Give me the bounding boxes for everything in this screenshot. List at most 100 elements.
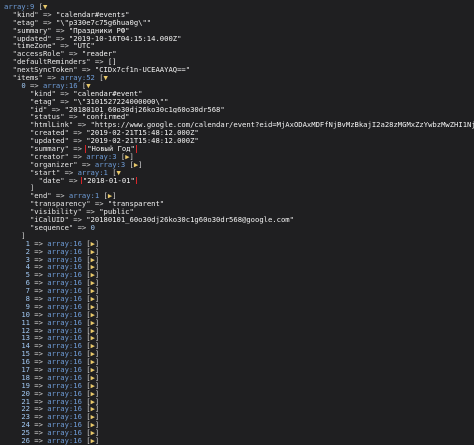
collapsed-item-row: 2 => array:16 [▶] [25,247,100,256]
item-index: 13 [21,334,30,343]
collapsed-item-row: 21 => array:16 [▶] [21,397,100,406]
item-index: 12 [21,326,30,335]
item-index: 19 [21,381,30,390]
collapsed-item-row: 1 => array:16 [▶] [25,239,100,248]
item-index: 24 [21,421,30,430]
item-type-label: array:16 [47,310,82,319]
item-type-label: array:16 [47,294,82,303]
field-key: kind [16,10,35,19]
field-key: organizer [34,160,74,169]
items-type-label: array:52 [60,74,95,82]
collapsed-item-row: 15 => array:16 [▶] [21,350,100,359]
field-value: "\"3101527224000000\"" [73,97,169,106]
field-key: date [42,176,61,185]
field-key: sequence [34,223,69,232]
item-index: 16 [21,358,30,366]
collapsed-item-row: 18 => array:16 [▶] [21,373,100,382]
collapsed-item-row: 5 => array:16 [▶] [25,271,100,280]
collapsed-item-row: 3 => array:16 [▶] [25,255,100,264]
field-value: "calendar#event" [73,89,143,98]
item-0-field-row: "kind" => "calendar#event" [4,89,143,98]
item-type-label: array:16 [47,247,82,256]
root-type-label: array:9 [4,3,35,11]
item-0-creator-row: "creator" => array:3 [▶] [4,152,134,161]
field-value: "2019-02-21T15:48:12.000Z" [86,129,199,138]
field-key: visibility [34,208,78,217]
collapse-toggle-icon[interactable]: ▼ [104,74,108,82]
field-key: iCalUID [34,216,65,224]
field-key: created [34,129,65,138]
field-key: updated [16,34,48,43]
field-key: updated [34,137,65,146]
root-field-row: "kind" => "calendar#events" [4,10,130,19]
item-type-label: array:16 [47,381,82,390]
collapse-toggle-icon[interactable]: ▼ [86,82,90,90]
item-0-field-row: "etag" => "\"3101527224000000\"" [4,97,169,106]
item-index: 15 [21,350,30,359]
item-index: 23 [21,413,30,422]
items-row: "items" => array:52 [▼ [4,74,108,82]
collapsed-item-row: 12 => array:16 [▶] [21,326,100,335]
item-0-end-row: "end" => array:1 [▶] [4,192,117,201]
item-index: 20 [21,389,30,398]
field-value: "reader" [81,50,117,59]
root-field-row: "updated" => "2019-10-16T04:15:14.000Z" [4,34,182,43]
collapsed-item-row: 9 => array:16 [▶] [25,302,100,311]
item-type-label: array:16 [47,358,82,366]
field-key: defaultReminders [16,58,87,67]
collapsed-item-row: 19 => array:16 [▶] [21,381,100,390]
item-0-field-row: "transparency" => "transparent" [4,200,165,209]
start-type-label: array:1 [77,168,108,177]
field-key: etag [16,18,35,27]
collapsed-item-row: 16 => array:16 [▶] [21,358,100,366]
item-type-label: array:16 [47,373,82,382]
field-key: htmlLink [34,121,69,130]
collapsed-item-row: 23 => array:16 [▶] [21,413,100,422]
item-type-label: array:16 [47,326,82,335]
item-0-start-date-row: "date" => "2018-01-01" [4,176,137,185]
field-key: start [34,168,56,177]
field-key: items [16,74,39,82]
root-field-row: "etag" => "\"p330e7c75g6hua0g\"" [4,18,152,27]
item-0-field-row: "status" => "confirmed" [4,113,130,122]
item-0-close-row: ] [4,231,26,240]
item-0-field-row: "updated" => "2019-02-21T15:48:12.000Z" [4,137,199,146]
root-field-row: "defaultReminders" => [] [4,58,117,67]
field-value: "2019-10-16T04:15:14.000Z" [68,34,182,43]
field-value: "transparent" [107,200,165,209]
item-index: 10 [21,310,30,319]
field-key: summary [16,26,48,35]
item-type-label: array:16 [47,413,82,422]
item-type-label: array:16 [47,365,82,374]
field-key: nextSyncToken [16,66,74,75]
root-field-row: "summary" => "Праздники РФ" [4,26,130,35]
field-value: [] [107,58,117,67]
item-0-summary-row: "summary" => "Новый Год" [4,145,137,153]
field-key: status [34,113,61,122]
field-value: "confirmed" [81,113,130,122]
field-value: "Праздники РФ" [68,26,130,35]
item-0-start-close-row: ] [4,184,35,193]
item-type-label: array:16 [47,342,82,351]
collapse-toggle-icon[interactable]: ▼ [43,3,47,11]
collapsed-item-row: 4 => array:16 [▶] [25,263,100,272]
field-key: transparency [34,200,87,209]
root-field-row: "accessRole" => "reader" [4,50,117,59]
root-field-row: "nextSyncToken" => "CIDx7cf1n-UCEAAYAQ==… [4,66,191,75]
item-index: 26 [21,436,30,445]
field-key: kind [34,89,52,98]
item-type-label: array:16 [47,350,82,359]
collapse-toggle-icon[interactable]: ▼ [117,169,121,177]
collapsed-item-row: 6 => array:16 [▶] [25,279,100,288]
field-key: timeZone [16,42,52,51]
item-type-label: array:16 [47,239,82,248]
field-value: "CIDx7cf1n-UCEAAYAQ==" [94,66,191,75]
field-value: "calendar#events" [55,10,130,19]
item-type-label: array:16 [47,405,82,414]
item-index: 25 [21,429,30,437]
field-key: accessRole [16,50,61,59]
field-value: "UTC" [73,42,95,51]
item-type-label: array:16 [47,271,82,280]
field-key: etag [34,97,52,106]
collapsed-item-row: 17 => array:16 [▶] [21,365,100,374]
